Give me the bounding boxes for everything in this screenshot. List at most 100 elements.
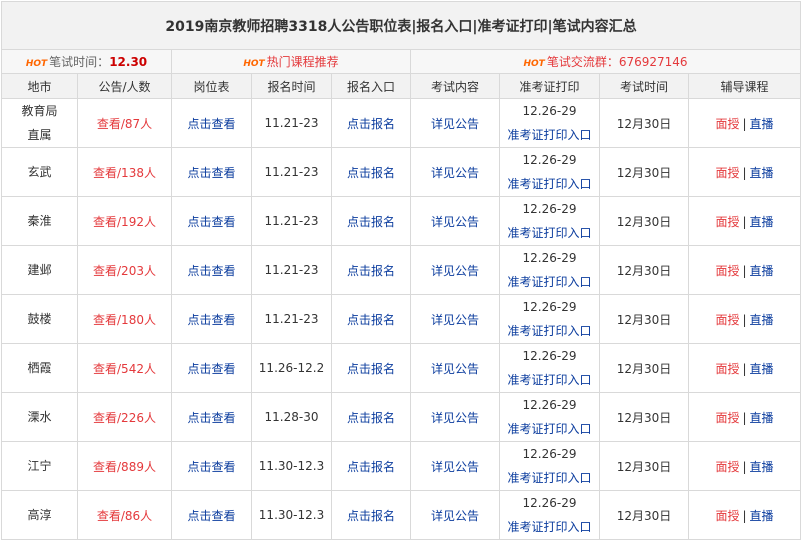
offline-course-link[interactable]: 面授 [715, 215, 739, 229]
exam-content-link[interactable]: 详见公告 [431, 313, 479, 327]
offline-course-link[interactable]: 面授 [715, 117, 739, 131]
exam-content-link[interactable]: 详见公告 [431, 460, 479, 474]
notice-link[interactable]: 查看/86人 [97, 509, 152, 523]
separator: | [742, 508, 747, 523]
city-name: 江宁 [27, 459, 52, 473]
reg-time-cell: 11.21-23 [251, 98, 332, 148]
live-course-link[interactable]: 直播 [750, 411, 774, 425]
content-cell: 详见公告 [410, 343, 500, 393]
positions-link[interactable]: 点击查看 [187, 166, 235, 180]
offline-course-link[interactable]: 面授 [715, 509, 739, 523]
notice-cell: 查看/87人 [77, 98, 172, 148]
exam-time-info: HOT 笔试时间：12.30 [1, 49, 172, 74]
column-header: 报名入口 [331, 73, 411, 99]
exam-group-info: HOT 笔试交流群：676927146 [409, 49, 801, 74]
content-cell: 详见公告 [410, 147, 500, 197]
exam-content-link[interactable]: 详见公告 [431, 215, 479, 229]
offline-course-link[interactable]: 面授 [715, 460, 739, 474]
offline-course-link[interactable]: 面授 [715, 411, 739, 425]
reg-entry-cell: 点击报名 [331, 343, 411, 393]
live-course-link[interactable]: 直播 [750, 117, 774, 131]
exam-content-link[interactable]: 详见公告 [431, 411, 479, 425]
live-course-link[interactable]: 直播 [750, 215, 774, 229]
positions-link[interactable]: 点击查看 [187, 362, 235, 376]
exam-content-link[interactable]: 详见公告 [431, 264, 479, 278]
positions-link[interactable]: 点击查看 [187, 460, 235, 474]
live-course-link[interactable]: 直播 [750, 264, 774, 278]
content-cell: 详见公告 [410, 294, 500, 344]
exam-date-cell: 12月30日 [599, 441, 689, 491]
table-row: 秦淮 查看/192人 点击查看 11.21-23 点击报名 详见公告 12.26-29 准考证… [1, 196, 801, 246]
register-link[interactable]: 点击报名 [347, 264, 395, 278]
city-name: 秦淮 [27, 214, 52, 228]
live-course-link[interactable]: 直播 [750, 166, 774, 180]
live-course-link[interactable]: 直播 [750, 460, 774, 474]
register-link[interactable]: 点击报名 [347, 117, 395, 131]
notice-link[interactable]: 查看/542人 [93, 362, 156, 376]
ticket-cell: 12.26-29 准考证打印入口 [499, 441, 600, 491]
hot-courses-info[interactable]: HOT 热门课程推荐 [171, 49, 411, 74]
reg-entry-cell: 点击报名 [331, 98, 411, 148]
offline-course-link[interactable]: 面授 [715, 166, 739, 180]
exam-date-cell: 12月30日 [599, 147, 689, 197]
register-link[interactable]: 点击报名 [347, 362, 395, 376]
notice-link[interactable]: 查看/87人 [97, 117, 152, 131]
ticket-print-link[interactable]: 准考证打印入口 [507, 520, 591, 534]
offline-course-link[interactable]: 面授 [715, 313, 739, 327]
ticket-print-link[interactable]: 准考证打印入口 [507, 275, 591, 289]
hot-courses-link[interactable]: 热门课程推荐 [267, 55, 339, 69]
table-row: 建邺 查看/203人 点击查看 11.21-23 点击报名 详见公告 12.26-29 准考证… [1, 245, 801, 295]
ticket-cell: 12.26-29 准考证打印入口 [499, 147, 600, 197]
ticket-print-link[interactable]: 准考证打印入口 [507, 177, 591, 191]
positions-link[interactable]: 点击查看 [187, 215, 235, 229]
notice-cell: 查看/889人 [77, 441, 172, 491]
live-course-link[interactable]: 直播 [750, 313, 774, 327]
register-link[interactable]: 点击报名 [347, 460, 395, 474]
course-cell: 面授 | 直播 [687, 98, 801, 148]
exam-content-link[interactable]: 详见公告 [431, 362, 479, 376]
notice-cell: 查看/180人 [77, 294, 172, 344]
ticket-print-link[interactable]: 准考证打印入口 [507, 324, 591, 338]
recruitment-table: 2019南京教师招聘3318人公告职位表|报名入口|准考证打印|笔试内容汇总 H… [0, 1, 801, 540]
positions-cell: 点击查看 [171, 490, 252, 540]
separator: | [742, 263, 747, 278]
notice-link[interactable]: 查看/138人 [93, 166, 156, 180]
positions-link[interactable]: 点击查看 [187, 313, 235, 327]
positions-link[interactable]: 点击查看 [187, 117, 235, 131]
positions-link[interactable]: 点击查看 [187, 411, 235, 425]
live-course-link[interactable]: 直播 [750, 362, 774, 376]
positions-cell: 点击查看 [171, 343, 252, 393]
positions-link[interactable]: 点击查看 [187, 264, 235, 278]
register-link[interactable]: 点击报名 [347, 411, 395, 425]
ticket-cell: 12.26-29 准考证打印入口 [499, 245, 600, 295]
exam-content-link[interactable]: 详见公告 [431, 166, 479, 180]
offline-course-link[interactable]: 面授 [715, 264, 739, 278]
ticket-date: 12.26-29 [522, 349, 577, 363]
column-header: 辅导课程 [687, 73, 801, 99]
live-course-link[interactable]: 直播 [750, 509, 774, 523]
positions-link[interactable]: 点击查看 [187, 509, 235, 523]
register-link[interactable]: 点击报名 [347, 509, 395, 523]
ticket-print-link[interactable]: 准考证打印入口 [507, 422, 591, 436]
reg-time-cell: 11.21-23 [251, 147, 332, 197]
notice-link[interactable]: 查看/192人 [93, 215, 156, 229]
ticket-print-link[interactable]: 准考证打印入口 [507, 471, 591, 485]
exam-content-link[interactable]: 详见公告 [431, 117, 479, 131]
notice-link[interactable]: 查看/180人 [93, 313, 156, 327]
exam-date-cell: 12月30日 [599, 343, 689, 393]
city-cell: 溧水 [1, 392, 78, 442]
register-link[interactable]: 点击报名 [347, 215, 395, 229]
ticket-print-link[interactable]: 准考证打印入口 [507, 128, 591, 142]
register-link[interactable]: 点击报名 [347, 166, 395, 180]
course-cell: 面授 | 直播 [687, 245, 801, 295]
ticket-print-link[interactable]: 准考证打印入口 [507, 226, 591, 240]
ticket-print-link[interactable]: 准考证打印入口 [507, 373, 591, 387]
exam-content-link[interactable]: 详见公告 [431, 509, 479, 523]
offline-course-link[interactable]: 面授 [715, 362, 739, 376]
notice-link[interactable]: 查看/203人 [93, 264, 156, 278]
course-cell: 面授 | 直播 [687, 196, 801, 246]
register-link[interactable]: 点击报名 [347, 313, 395, 327]
notice-link[interactable]: 查看/226人 [93, 411, 156, 425]
ticket-cell: 12.26-29 准考证打印入口 [499, 196, 600, 246]
notice-link[interactable]: 查看/889人 [93, 460, 156, 474]
